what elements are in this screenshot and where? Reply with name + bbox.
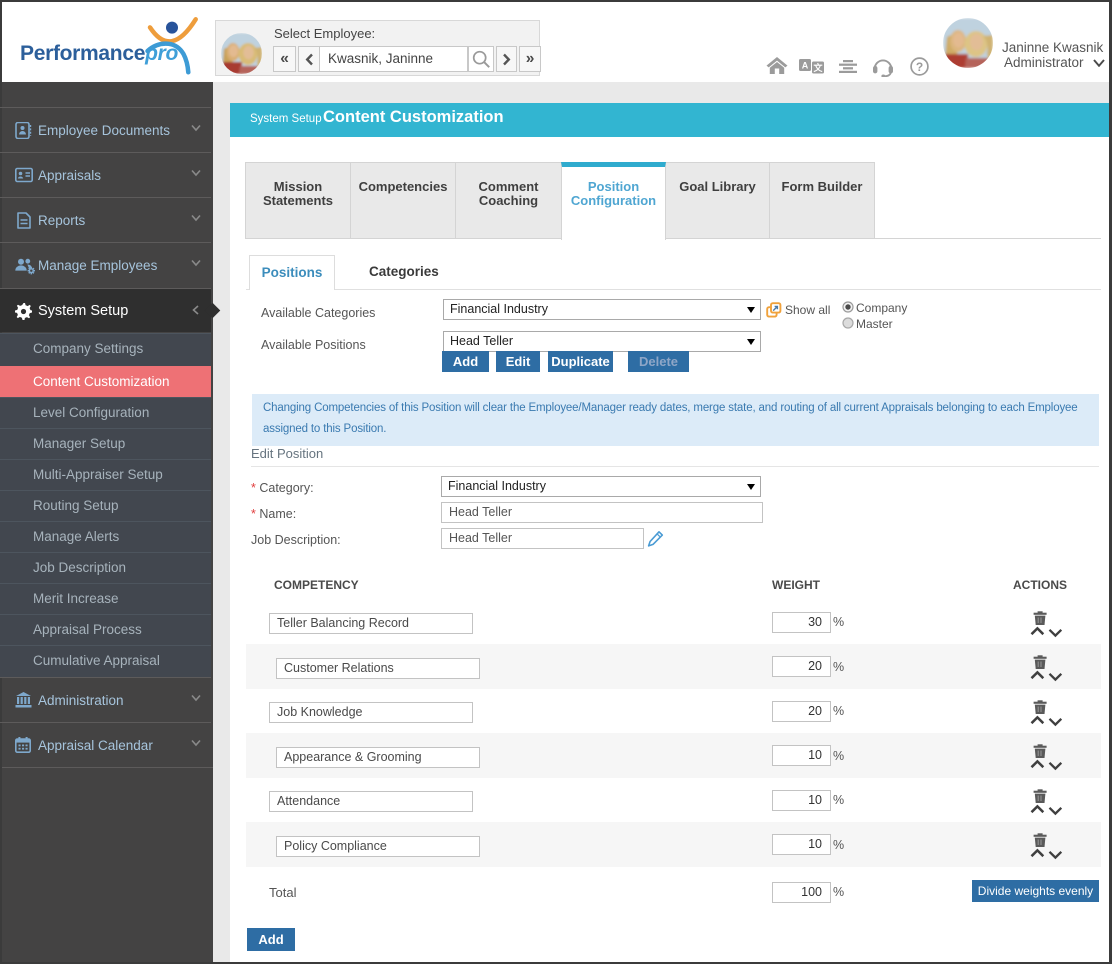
svg-text:A: A xyxy=(802,61,809,71)
svg-text:文: 文 xyxy=(812,62,823,73)
svg-text:?: ? xyxy=(916,60,923,74)
